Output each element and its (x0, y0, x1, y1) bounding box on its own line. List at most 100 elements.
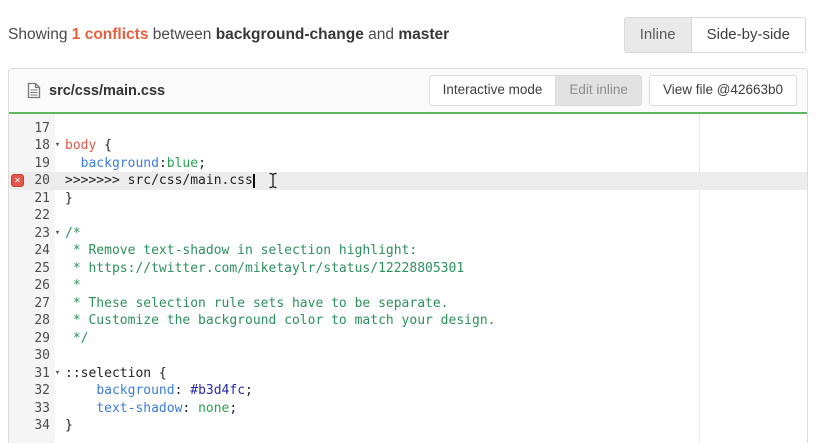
gutter-marker-slot (9, 347, 26, 365)
line-number: 31 (26, 365, 50, 383)
code-line[interactable]: 29 */ (9, 330, 807, 348)
gutter-marker-slot (9, 260, 26, 278)
gutter-marker-slot (9, 417, 26, 435)
gutter-marker-slot (9, 120, 26, 138)
code-line[interactable]: 34} (9, 417, 807, 435)
fold-slot (50, 155, 65, 173)
gutter-marker-slot (9, 155, 26, 173)
line-number: 23 (26, 225, 50, 243)
conflict-summary: Showing 1 conflicts between background-c… (8, 26, 449, 44)
code-line[interactable]: 19 background:blue; (9, 155, 807, 173)
code-line[interactable]: 23▾/* (9, 225, 807, 243)
code-text: * Customize the background color to matc… (65, 312, 495, 330)
code-line[interactable]: 28 * Customize the background color to m… (9, 312, 807, 330)
code-line[interactable]: 24 * Remove text-shadow in selection hig… (9, 242, 807, 260)
edit-inline-button[interactable]: Edit inline (555, 75, 642, 106)
gutter-marker-slot (9, 295, 26, 313)
code-line[interactable]: 31▾::selection { (9, 365, 807, 383)
gutter-marker-slot (9, 330, 26, 348)
code-text: * (65, 277, 81, 295)
conflict-error-icon: ✕ (9, 172, 26, 190)
view-mode-toggle: Inline Side-by-side (624, 17, 806, 53)
gutter-marker-slot (9, 365, 26, 383)
code-text: */ (65, 330, 88, 348)
gutter-marker-slot (9, 242, 26, 260)
code-line[interactable]: 26 * (9, 277, 807, 295)
code-line-conflict[interactable]: ✕20>>>>>>> src/css/main.css (9, 172, 807, 190)
fold-slot (50, 120, 65, 138)
text-caret (253, 174, 255, 188)
line-number: 17 (26, 120, 50, 138)
code-line[interactable]: 32 background: #b3d4fc; (9, 382, 807, 400)
code-text: * https://twitter.com/miketaylr/status/1… (65, 260, 464, 278)
code-line[interactable]: 22 (9, 207, 807, 225)
code-text: body { (65, 137, 112, 155)
gutter-marker-slot (9, 382, 26, 400)
line-number: 28 (26, 312, 50, 330)
gutter-marker-slot (9, 400, 26, 418)
interactive-mode-button[interactable]: Interactive mode (429, 75, 556, 106)
fold-slot (50, 312, 65, 330)
conflict-count: 1 conflicts (72, 26, 149, 43)
line-number: 25 (26, 260, 50, 278)
gutter-marker-slot (9, 190, 26, 208)
fold-slot (50, 242, 65, 260)
code-line[interactable]: 27 * These selection rule sets have to b… (9, 295, 807, 313)
code-editor[interactable]: 161718▾body {19 background:blue;✕20>>>>>… (9, 114, 807, 443)
line-number: 18 (26, 137, 50, 155)
gutter-marker-slot (9, 277, 26, 295)
fold-arrow-icon[interactable]: ▾ (50, 365, 65, 383)
fold-slot (50, 172, 65, 190)
code-text: * Remove text-shadow in selection highli… (65, 242, 417, 260)
code-line[interactable]: 25 * https://twitter.com/miketaylr/statu… (9, 260, 807, 278)
gutter-marker-slot (9, 137, 26, 155)
source-branch-name: background-change (216, 26, 364, 43)
fold-slot (50, 295, 65, 313)
summary-prefix: Showing (8, 26, 67, 43)
file-title: src/css/main.css (27, 82, 165, 99)
file-actions: Interactive mode Edit inline View file @… (429, 75, 797, 106)
conflicts-header-bar: Showing 1 conflicts between background-c… (0, 0, 816, 68)
line-number: 34 (26, 417, 50, 435)
code-text: background: #b3d4fc; (65, 382, 253, 400)
line-number: 33 (26, 400, 50, 418)
file-document-icon (27, 82, 41, 99)
line-number: 20 (26, 172, 50, 190)
file-path: src/css/main.css (49, 83, 165, 99)
fold-slot (50, 330, 65, 348)
line-number: 32 (26, 382, 50, 400)
fold-arrow-icon[interactable]: ▾ (50, 225, 65, 243)
code-line[interactable]: 21} (9, 190, 807, 208)
summary-and: and (368, 26, 394, 43)
code-text: } (65, 190, 73, 208)
side-by-side-view-button[interactable]: Side-by-side (691, 17, 806, 53)
fold-arrow-icon[interactable]: ▾ (50, 137, 65, 155)
fold-slot (50, 347, 65, 365)
code-line[interactable]: 33 text-shadow: none; (9, 400, 807, 418)
fold-slot (50, 190, 65, 208)
line-number: 22 (26, 207, 50, 225)
line-number: 30 (26, 347, 50, 365)
fold-slot (50, 417, 65, 435)
code-text: } (65, 417, 73, 435)
line-number: 27 (26, 295, 50, 313)
code-line[interactable]: 30 (9, 347, 807, 365)
gutter-marker-slot (9, 312, 26, 330)
code-lines: 161718▾body {19 background:blue;✕20>>>>>… (9, 114, 807, 435)
fold-slot (50, 382, 65, 400)
line-number: 19 (26, 155, 50, 173)
fold-slot (50, 277, 65, 295)
file-header: src/css/main.css Interactive mode Edit i… (9, 69, 807, 112)
mouse-ibeam-cursor (268, 172, 278, 189)
code-text: text-shadow: none; (65, 400, 237, 418)
code-text: * These selection rule sets have to be s… (65, 295, 449, 313)
inline-view-button[interactable]: Inline (624, 17, 691, 53)
line-number: 21 (26, 190, 50, 208)
line-number: 29 (26, 330, 50, 348)
code-line[interactable]: 18▾body { (9, 137, 807, 155)
gutter-marker-slot (9, 207, 26, 225)
code-line[interactable]: 17 (9, 120, 807, 138)
view-file-button[interactable]: View file @42663b0 (649, 75, 797, 106)
gutter-marker-slot (9, 225, 26, 243)
code-text: background:blue; (65, 155, 206, 173)
